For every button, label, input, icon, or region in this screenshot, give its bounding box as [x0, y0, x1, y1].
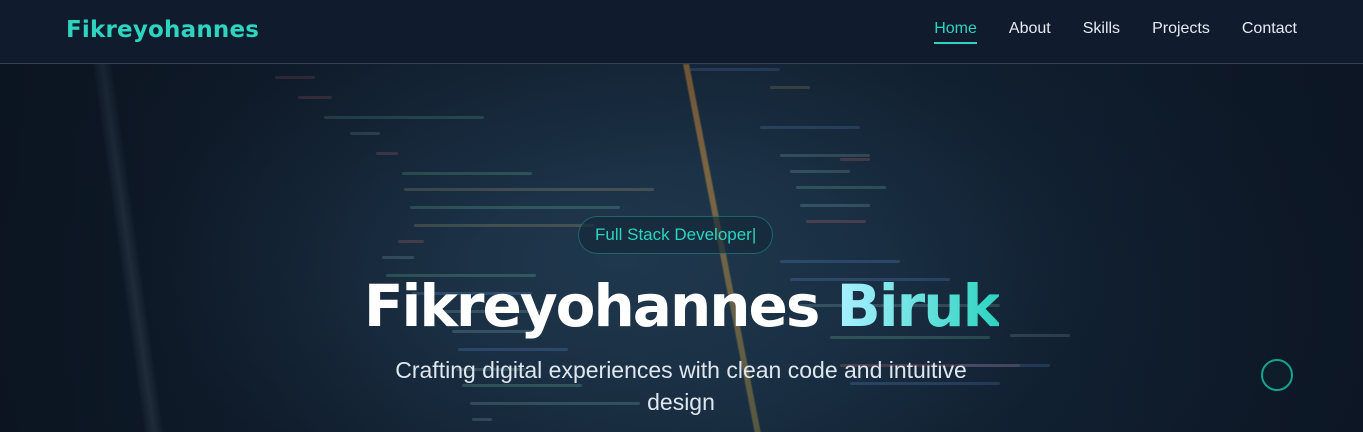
nav-link-skills[interactable]: Skills: [1083, 20, 1120, 42]
circle-outline-icon[interactable]: [1261, 359, 1293, 391]
nav-link-about[interactable]: About: [1009, 20, 1051, 42]
hero-last-name: Biruk: [836, 272, 1002, 340]
hero-title: Fikreyohannes Biruk: [0, 272, 1363, 340]
nav-links: Home About Skills Projects Contact: [934, 20, 1297, 44]
role-badge: Full Stack Developer|: [578, 216, 774, 254]
hero-first-name: Fikreyohannes: [363, 272, 821, 340]
nav-link-projects[interactable]: Projects: [1152, 20, 1210, 42]
navbar: Fikreyohannes Home About Skills Projects…: [0, 0, 1363, 64]
page: Fikreyohannes Home About Skills Projects…: [0, 0, 1363, 432]
brand-logo[interactable]: Fikreyohannes: [66, 17, 259, 43]
nav-link-home[interactable]: Home: [934, 20, 977, 44]
hero-tagline: Crafting digital experiences with clean …: [395, 357, 967, 415]
nav-link-contact[interactable]: Contact: [1242, 20, 1297, 42]
